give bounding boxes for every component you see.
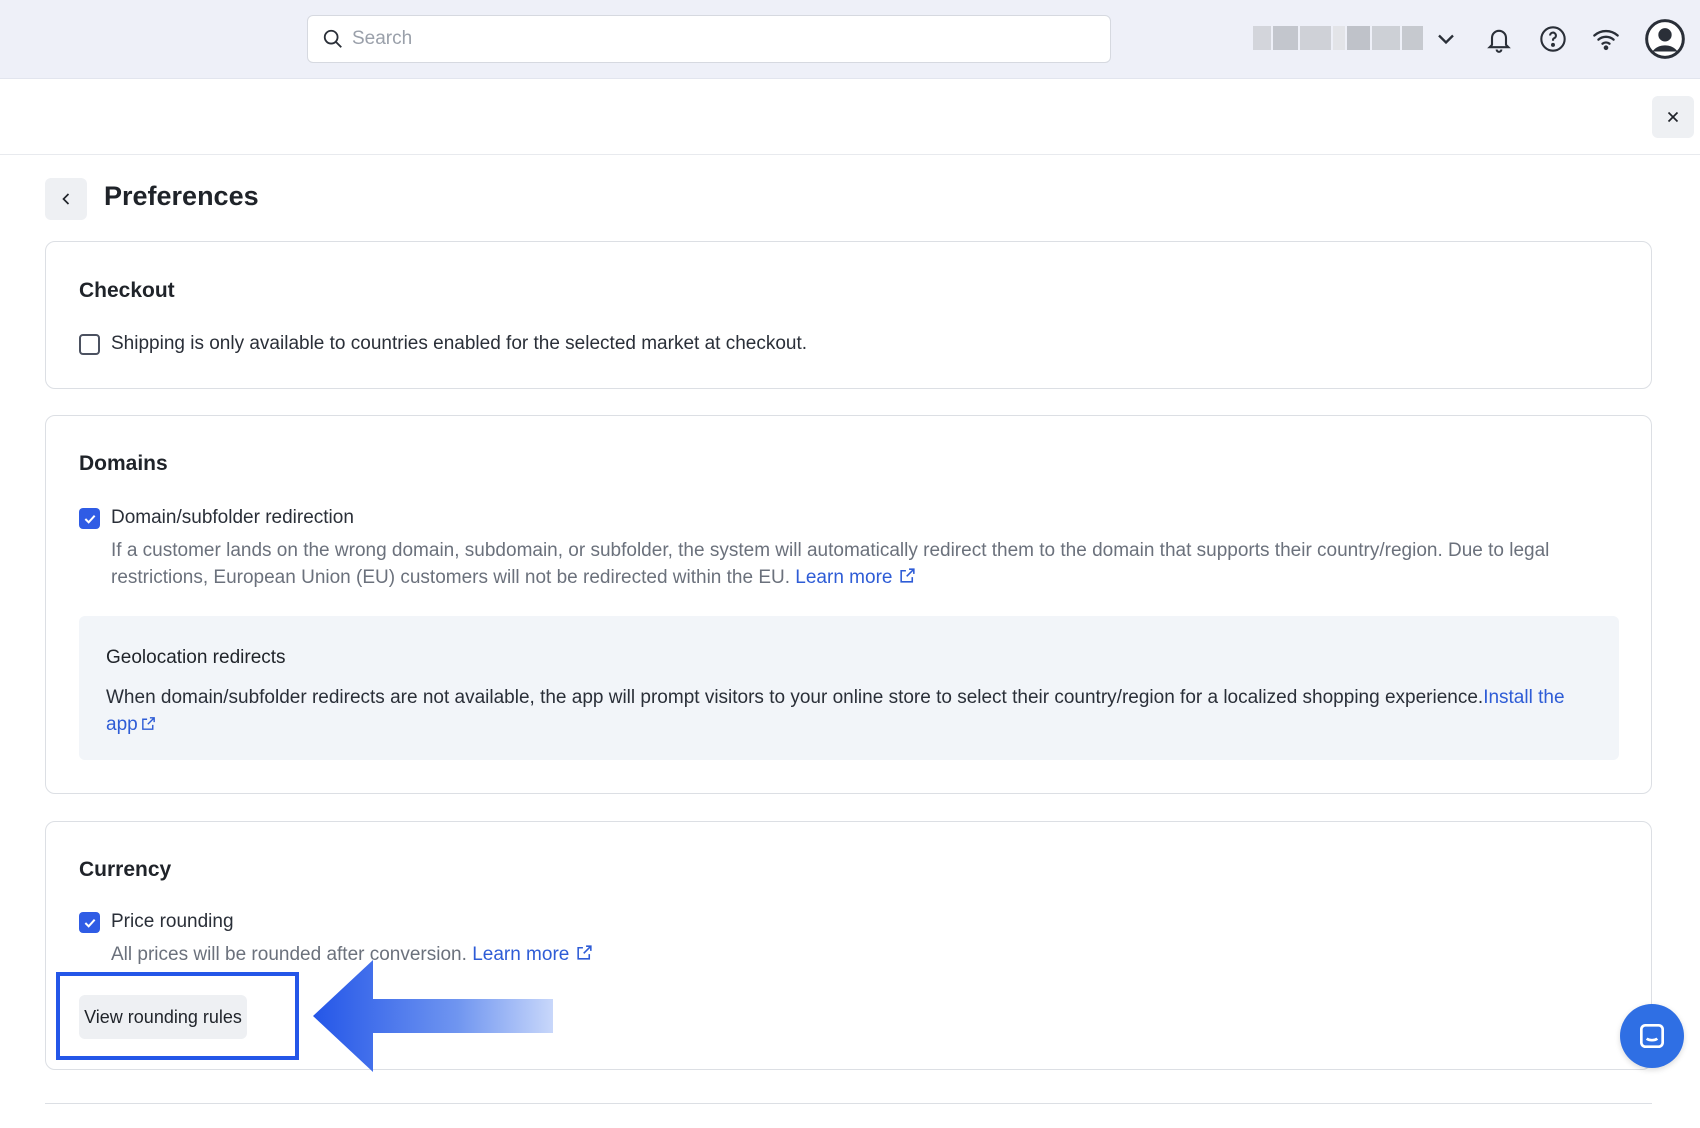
chevron-down-icon bbox=[1438, 34, 1454, 45]
geolocation-title: Geolocation redirects bbox=[106, 647, 286, 668]
network-status-button[interactable] bbox=[1587, 20, 1625, 58]
pointer-arrow-icon bbox=[313, 960, 553, 1072]
domains-card: Domains Domain/subfolder redirection If … bbox=[45, 415, 1652, 794]
user-avatar-icon bbox=[1645, 19, 1685, 59]
search-icon bbox=[323, 29, 342, 48]
geolocation-description: When domain/subfolder redirects are not … bbox=[106, 684, 1586, 738]
search-box[interactable] bbox=[307, 15, 1111, 63]
back-button[interactable] bbox=[45, 178, 87, 220]
close-icon bbox=[1667, 111, 1679, 123]
external-link-icon bbox=[900, 568, 916, 583]
notifications-button[interactable] bbox=[1480, 20, 1518, 58]
account-dropdown-button[interactable] bbox=[1427, 20, 1465, 58]
help-icon bbox=[1540, 26, 1566, 52]
help-button[interactable] bbox=[1534, 20, 1572, 58]
highlight-annotation bbox=[56, 972, 299, 1060]
currency-title: Currency bbox=[79, 858, 172, 881]
checkmark-icon bbox=[84, 514, 95, 524]
bell-icon bbox=[1487, 29, 1511, 53]
domains-title: Domains bbox=[79, 452, 168, 475]
domains-learn-more-link[interactable]: Learn more bbox=[795, 567, 892, 588]
header-divider bbox=[0, 154, 1700, 155]
shipping-restriction-label: Shipping is only available to countries … bbox=[111, 333, 808, 354]
bottom-divider bbox=[45, 1103, 1652, 1104]
domain-redirection-description: If a customer lands on the wrong domain,… bbox=[111, 537, 1621, 591]
account-name-blurred[interactable] bbox=[1253, 26, 1423, 50]
price-rounding-label: Price rounding bbox=[111, 911, 234, 932]
external-link-icon bbox=[577, 945, 592, 960]
chevron-left-icon bbox=[62, 193, 70, 205]
checkout-title: Checkout bbox=[79, 279, 175, 302]
checkmark-icon bbox=[84, 918, 95, 928]
page-title: Preferences bbox=[104, 181, 259, 211]
external-link-icon bbox=[141, 717, 155, 730]
user-menu-button[interactable] bbox=[1644, 18, 1686, 60]
close-panel-button[interactable] bbox=[1652, 96, 1694, 138]
price-rounding-checkbox[interactable] bbox=[79, 912, 100, 933]
checkout-card: Checkout Shipping is only available to c… bbox=[45, 241, 1652, 389]
top-bar bbox=[0, 0, 1700, 79]
domain-redirection-checkbox[interactable] bbox=[79, 508, 100, 529]
wifi-icon bbox=[1593, 29, 1619, 51]
domain-redirection-label: Domain/subfolder redirection bbox=[111, 507, 354, 528]
chat-icon bbox=[1640, 1024, 1664, 1048]
search-input[interactable] bbox=[352, 28, 1092, 50]
chat-launcher-button[interactable] bbox=[1620, 1004, 1684, 1068]
shipping-restriction-checkbox[interactable] bbox=[79, 334, 100, 355]
geolocation-text: When domain/subfolder redirects are not … bbox=[106, 687, 1484, 708]
geolocation-redirects-box: Geolocation redirects When domain/subfol… bbox=[79, 616, 1619, 760]
